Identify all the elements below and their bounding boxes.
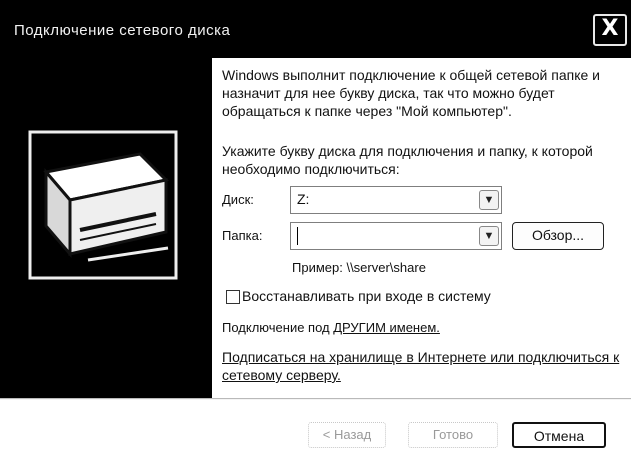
wizard-footer: < Назад Готово Отмена	[0, 400, 631, 466]
network-drive-icon	[28, 130, 178, 280]
wizard-banner	[0, 58, 212, 398]
reconnect-option[interactable]: Восстанавливать при входе в систему	[226, 288, 491, 305]
wizard-content: Windows выполнит подключение к общей сет…	[212, 58, 631, 398]
instruction-text: Укажите букву диска для подключения и па…	[222, 143, 593, 177]
other-user-line: Подключение под ДРУГИМ именем.	[222, 320, 440, 335]
other-user-link[interactable]: ДРУГИМ именем.	[333, 320, 440, 335]
reconnect-label: Восстанавливать при входе в систему	[242, 288, 491, 304]
intro-text: Windows выполнит подключение к общей сет…	[222, 67, 600, 119]
online-storage-link[interactable]: Подписаться на хранилище в Интернете или…	[222, 348, 622, 384]
folder-input[interactable]: ▼	[290, 222, 502, 250]
chevron-down-icon[interactable]: ▼	[479, 190, 499, 210]
close-button[interactable]: X	[593, 14, 627, 46]
drive-select-value: Z:	[297, 191, 310, 207]
drive-select[interactable]: Z: ▼	[290, 186, 502, 214]
text-caret	[297, 227, 298, 246]
cancel-button[interactable]: Отмена	[512, 422, 606, 448]
drive-label: Диск:	[222, 192, 254, 207]
folder-label: Папка:	[222, 228, 263, 243]
map-network-drive-dialog: Подключение сетевого диска X Windows вып…	[0, 0, 631, 466]
finish-button[interactable]: Готово	[408, 422, 498, 448]
chevron-down-icon[interactable]: ▼	[479, 226, 499, 246]
reconnect-checkbox[interactable]	[226, 290, 240, 305]
back-button[interactable]: < Назад	[308, 422, 386, 448]
title-bar: Подключение сетевого диска X	[0, 0, 631, 58]
example-text: Пример: \\server\share	[292, 260, 426, 275]
browse-button[interactable]: Обзор...	[512, 222, 604, 250]
other-user-prefix: Подключение под	[222, 320, 334, 335]
window-title: Подключение сетевого диска	[14, 22, 231, 39]
